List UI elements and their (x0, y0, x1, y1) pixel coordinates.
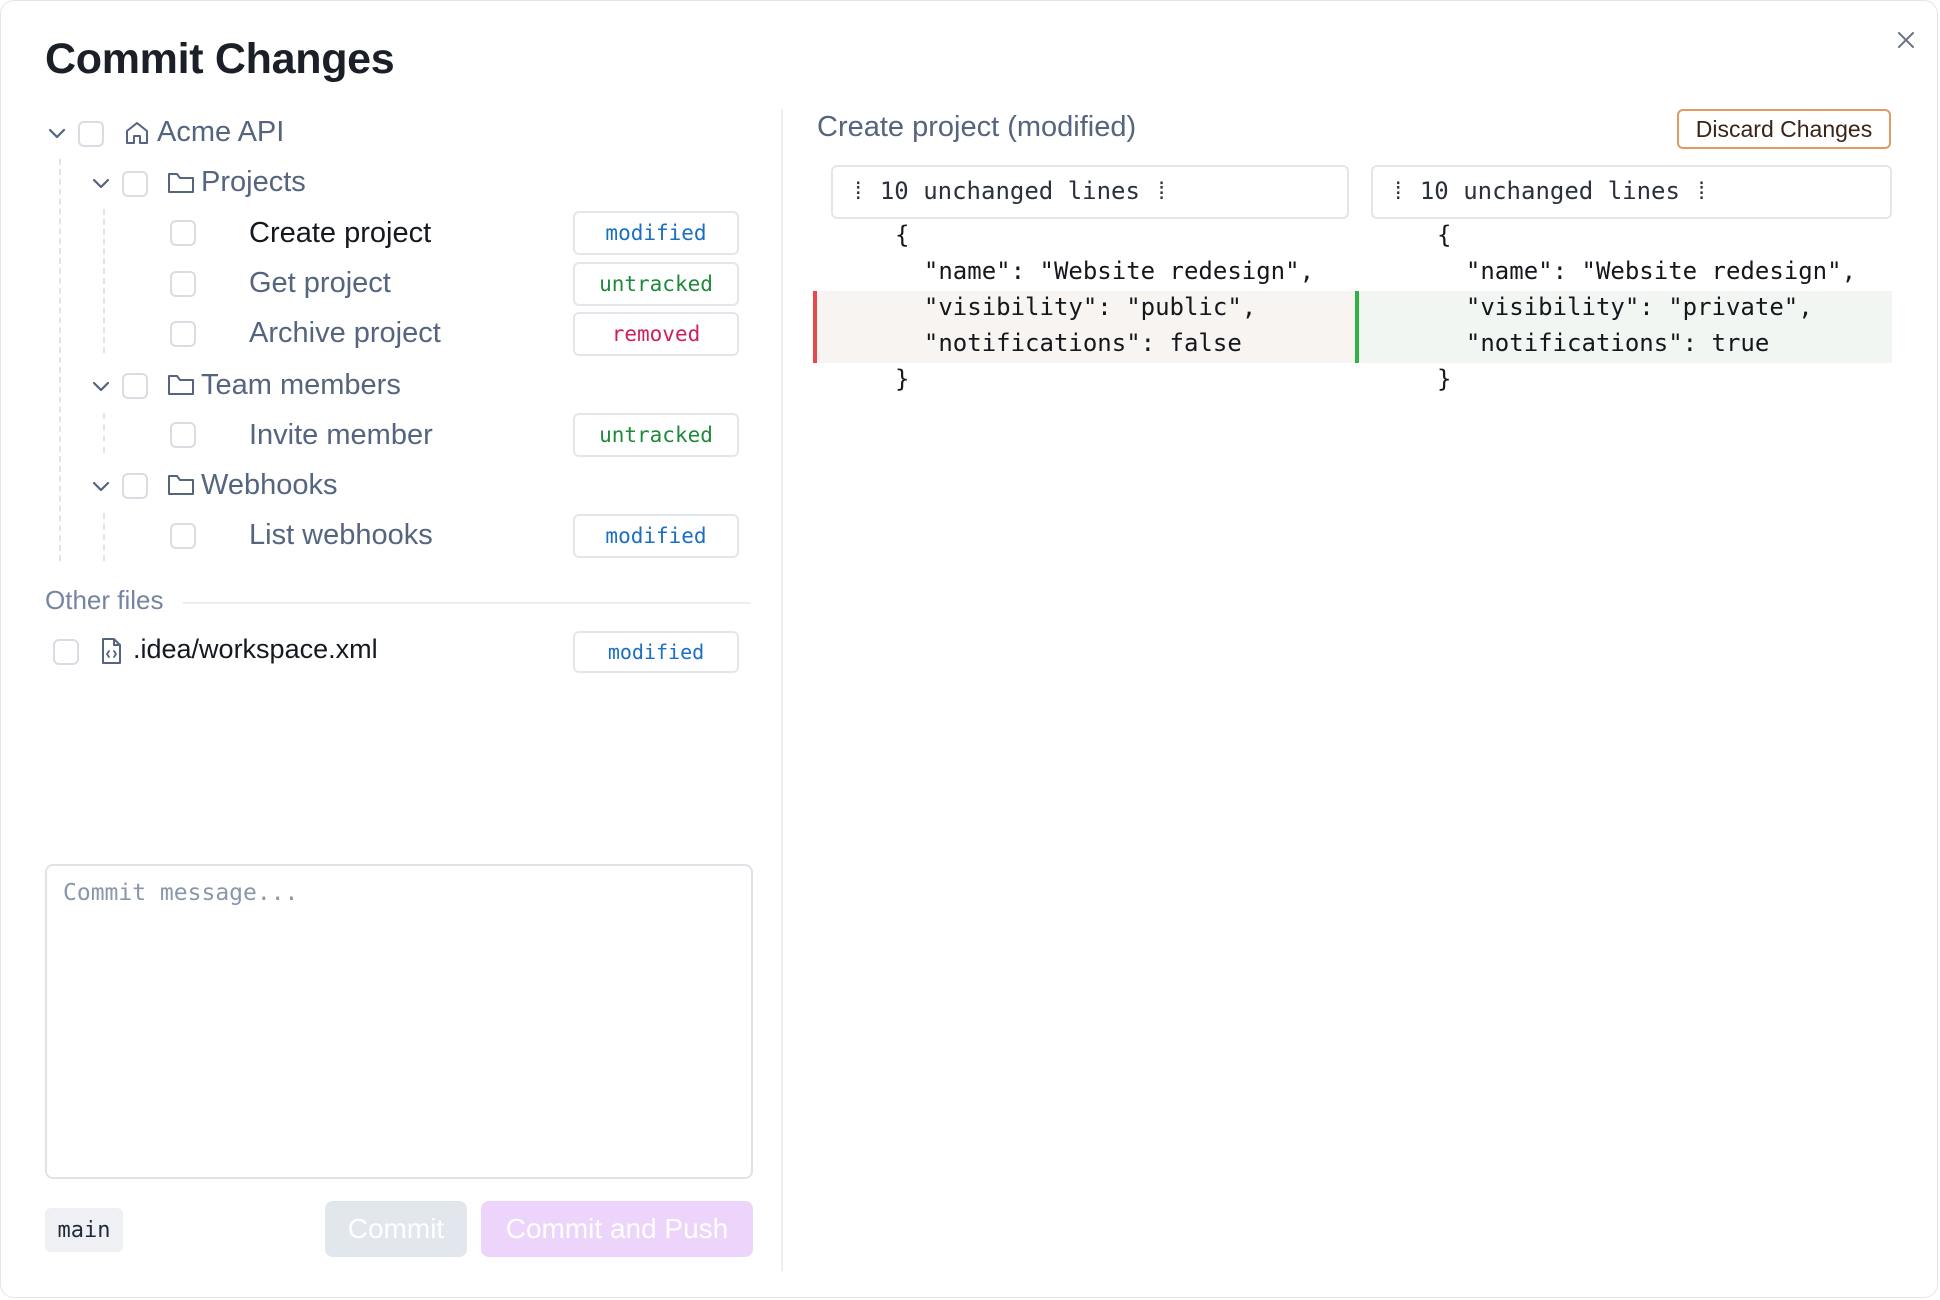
status-badge: modified (573, 631, 739, 673)
status-badge: modified (573, 211, 739, 255)
status-badge: removed (573, 312, 739, 356)
tree-folder-label: Webhooks (201, 469, 338, 501)
code-line-deleted: "notifications": false (895, 329, 1242, 357)
tree-item-label: Get project (249, 267, 391, 299)
folder-icon (167, 169, 195, 197)
folder-checkbox[interactable] (122, 171, 148, 197)
chevron-down-icon[interactable] (47, 123, 67, 143)
tree-item-label: Invite member (249, 419, 433, 451)
commit-message-input[interactable] (45, 864, 753, 1179)
chevron-down-icon[interactable] (91, 476, 111, 496)
code-line: "name": "Website redesign", (895, 257, 1315, 285)
code-line: } (1437, 365, 1452, 393)
tree-item-label: Archive project (249, 317, 441, 349)
home-icon (123, 119, 151, 147)
addition-marker (1355, 291, 1359, 363)
chevron-down-icon[interactable] (91, 173, 111, 193)
tree-guide (103, 209, 105, 353)
commit-dialog: Commit Changes Acme API Projects Create … (0, 0, 1938, 1298)
code-line-added: "notifications": true (1437, 329, 1770, 357)
dialog-title: Commit Changes (45, 35, 395, 83)
tree-guide (59, 159, 61, 561)
item-checkbox[interactable] (170, 220, 196, 246)
other-files-heading: Other files (45, 585, 164, 615)
chevron-down-icon[interactable] (91, 376, 111, 396)
discard-changes-button[interactable]: Discard Changes (1677, 109, 1891, 149)
code-line: } (895, 365, 910, 393)
close-icon[interactable] (1891, 25, 1921, 55)
commit-button[interactable]: Commit (325, 1201, 467, 1257)
code-line: { (1437, 221, 1452, 249)
expand-unchanged-lines-right[interactable]: ⁞ 10 unchanged lines ⁞ (1371, 165, 1892, 219)
tree-item-label: Create project (249, 217, 432, 249)
code-line: { (895, 221, 910, 249)
tree-root-label: Acme API (157, 116, 285, 148)
code-line-added: "visibility": "private", (1437, 293, 1813, 321)
item-checkbox[interactable] (170, 321, 196, 347)
tree-guide (103, 513, 105, 561)
xml-file-icon (97, 637, 125, 665)
code-line: "name": "Website redesign", (1437, 257, 1857, 285)
tree-guide (103, 413, 105, 453)
status-badge: modified (573, 514, 739, 558)
folder-icon (167, 371, 195, 399)
item-checkbox[interactable] (170, 271, 196, 297)
status-badge: untracked (573, 413, 739, 457)
deletion-marker (813, 291, 817, 363)
folder-checkbox[interactable] (122, 473, 148, 499)
code-line-deleted: "visibility": "public", (895, 293, 1257, 321)
status-badge: untracked (573, 262, 739, 306)
pane-divider (781, 109, 783, 1271)
root-checkbox[interactable] (78, 121, 104, 147)
item-checkbox[interactable] (170, 422, 196, 448)
item-checkbox[interactable] (53, 639, 79, 665)
other-files-divider (183, 602, 751, 604)
expand-unchanged-lines-left[interactable]: ⁞ 10 unchanged lines ⁞ (831, 165, 1349, 219)
commit-and-push-button[interactable]: Commit and Push (481, 1201, 753, 1257)
folder-checkbox[interactable] (122, 373, 148, 399)
diff-title: Create project (modified) (817, 111, 1137, 143)
tree-folder-label: Projects (201, 166, 306, 198)
branch-badge: main (45, 1208, 123, 1252)
tree-folder-label: Team members (201, 369, 401, 401)
other-file-label: .idea/workspace.xml (133, 634, 378, 664)
item-checkbox[interactable] (170, 523, 196, 549)
tree-item-label: List webhooks (249, 519, 433, 551)
folder-icon (167, 471, 195, 499)
